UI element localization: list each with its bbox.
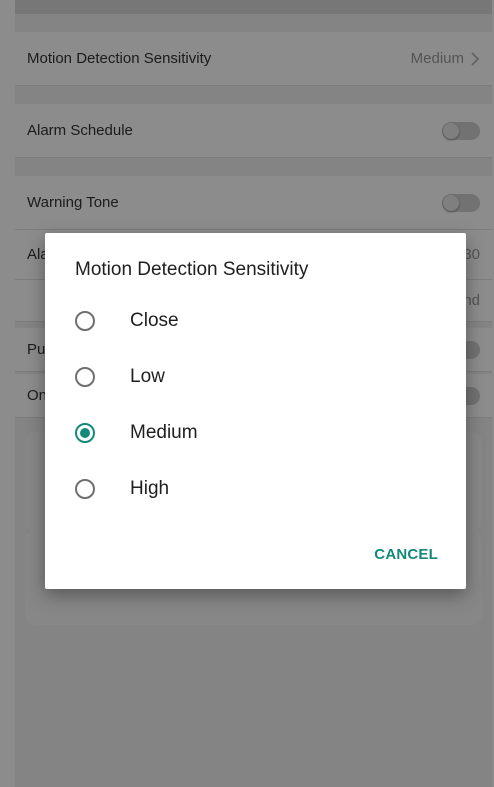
option-label: Close — [130, 310, 179, 331]
option-high[interactable]: High — [75, 467, 405, 511]
radio-unchecked-icon — [75, 367, 95, 387]
option-medium[interactable]: Medium — [75, 411, 405, 455]
radio-checked-icon — [75, 423, 95, 443]
dialog-title: Motion Detection Sensitivity — [75, 259, 309, 280]
sensitivity-dialog: Motion Detection Sensitivity Close Low M… — [45, 233, 466, 589]
cancel-button[interactable]: CANCEL — [374, 546, 438, 563]
option-low[interactable]: Low — [75, 355, 405, 399]
radio-unchecked-icon — [75, 311, 95, 331]
option-close[interactable]: Close — [75, 299, 405, 343]
option-label: Low — [130, 366, 165, 387]
option-label: High — [130, 478, 170, 499]
option-label: Medium — [130, 422, 198, 443]
radio-unchecked-icon — [75, 479, 95, 499]
